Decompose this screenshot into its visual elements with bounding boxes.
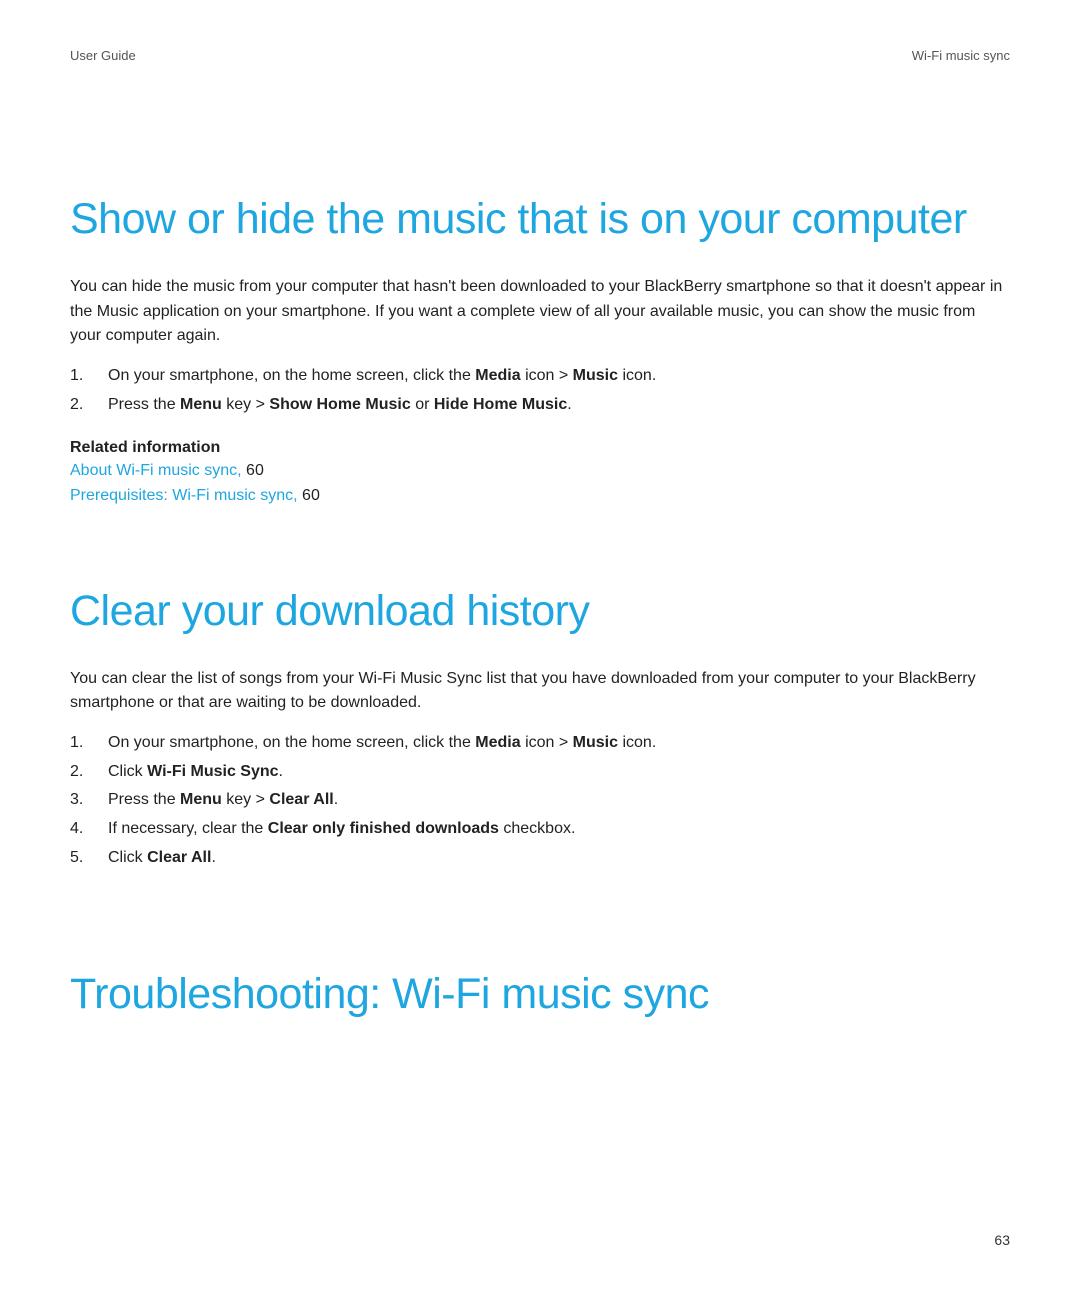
step-bold: Music (573, 367, 618, 384)
step-text: or (411, 396, 434, 413)
related-link[interactable]: About Wi-Fi music sync, (70, 462, 242, 479)
section-heading-clear-history: Clear your download history (70, 585, 1010, 639)
list-item: Click Clear All. (70, 845, 1010, 871)
step-bold: Wi-Fi Music Sync (147, 763, 278, 780)
header-left: User Guide (70, 48, 136, 63)
step-bold: Clear All (147, 849, 211, 866)
step-text: . (211, 849, 215, 866)
list-item: Click Wi-Fi Music Sync. (70, 759, 1010, 785)
page-header: User Guide Wi-Fi music sync (70, 48, 1010, 63)
related-information: Related information About Wi-Fi music sy… (70, 439, 1010, 509)
step-bold: Clear All (269, 791, 333, 808)
related-link-row: Prerequisites: Wi-Fi music sync, 60 (70, 484, 1010, 509)
list-item: Press the Menu key > Clear All. (70, 787, 1010, 813)
step-text: icon. (618, 367, 656, 384)
step-text: key > (222, 791, 270, 808)
step-text: Click (108, 849, 147, 866)
step-text: Press the (108, 396, 180, 413)
step-bold: Menu (180, 791, 222, 808)
section-heading-troubleshooting: Troubleshooting: Wi-Fi music sync (70, 968, 1010, 1022)
section2-steps: On your smartphone, on the home screen, … (70, 730, 1010, 870)
related-page: 60 (298, 487, 320, 504)
step-text: key > (222, 396, 270, 413)
related-page: 60 (242, 462, 264, 479)
step-bold: Media (475, 367, 520, 384)
step-bold: Media (475, 734, 520, 751)
section2-intro: You can clear the list of songs from you… (70, 667, 1010, 717)
step-bold: Show Home Music (269, 396, 410, 413)
page-number: 63 (994, 1232, 1010, 1248)
step-text: icon. (618, 734, 656, 751)
step-text: On your smartphone, on the home screen, … (108, 734, 475, 751)
step-text: If necessary, clear the (108, 820, 268, 837)
list-item: If necessary, clear the Clear only finis… (70, 816, 1010, 842)
section-heading-show-hide: Show or hide the music that is on your c… (70, 193, 1010, 247)
related-heading: Related information (70, 439, 1010, 457)
step-bold: Menu (180, 396, 222, 413)
step-text: Press the (108, 791, 180, 808)
step-text: . (334, 791, 338, 808)
step-text: icon > (521, 367, 573, 384)
step-text: On your smartphone, on the home screen, … (108, 367, 475, 384)
related-link-row: About Wi-Fi music sync, 60 (70, 459, 1010, 484)
document-page: User Guide Wi-Fi music sync Show or hide… (0, 0, 1080, 1090)
step-text: checkbox. (499, 820, 575, 837)
step-bold: Hide Home Music (434, 396, 567, 413)
step-text: . (567, 396, 571, 413)
section1-steps: On your smartphone, on the home screen, … (70, 363, 1010, 417)
step-text: Click (108, 763, 147, 780)
step-text: icon > (521, 734, 573, 751)
list-item: On your smartphone, on the home screen, … (70, 730, 1010, 756)
related-link[interactable]: Prerequisites: Wi-Fi music sync, (70, 487, 298, 504)
step-bold: Music (573, 734, 618, 751)
step-bold: Clear only finished downloads (268, 820, 499, 837)
section1-intro: You can hide the music from your compute… (70, 275, 1010, 349)
list-item: On your smartphone, on the home screen, … (70, 363, 1010, 389)
list-item: Press the Menu key > Show Home Music or … (70, 392, 1010, 418)
header-right: Wi-Fi music sync (912, 48, 1010, 63)
step-text: . (279, 763, 283, 780)
